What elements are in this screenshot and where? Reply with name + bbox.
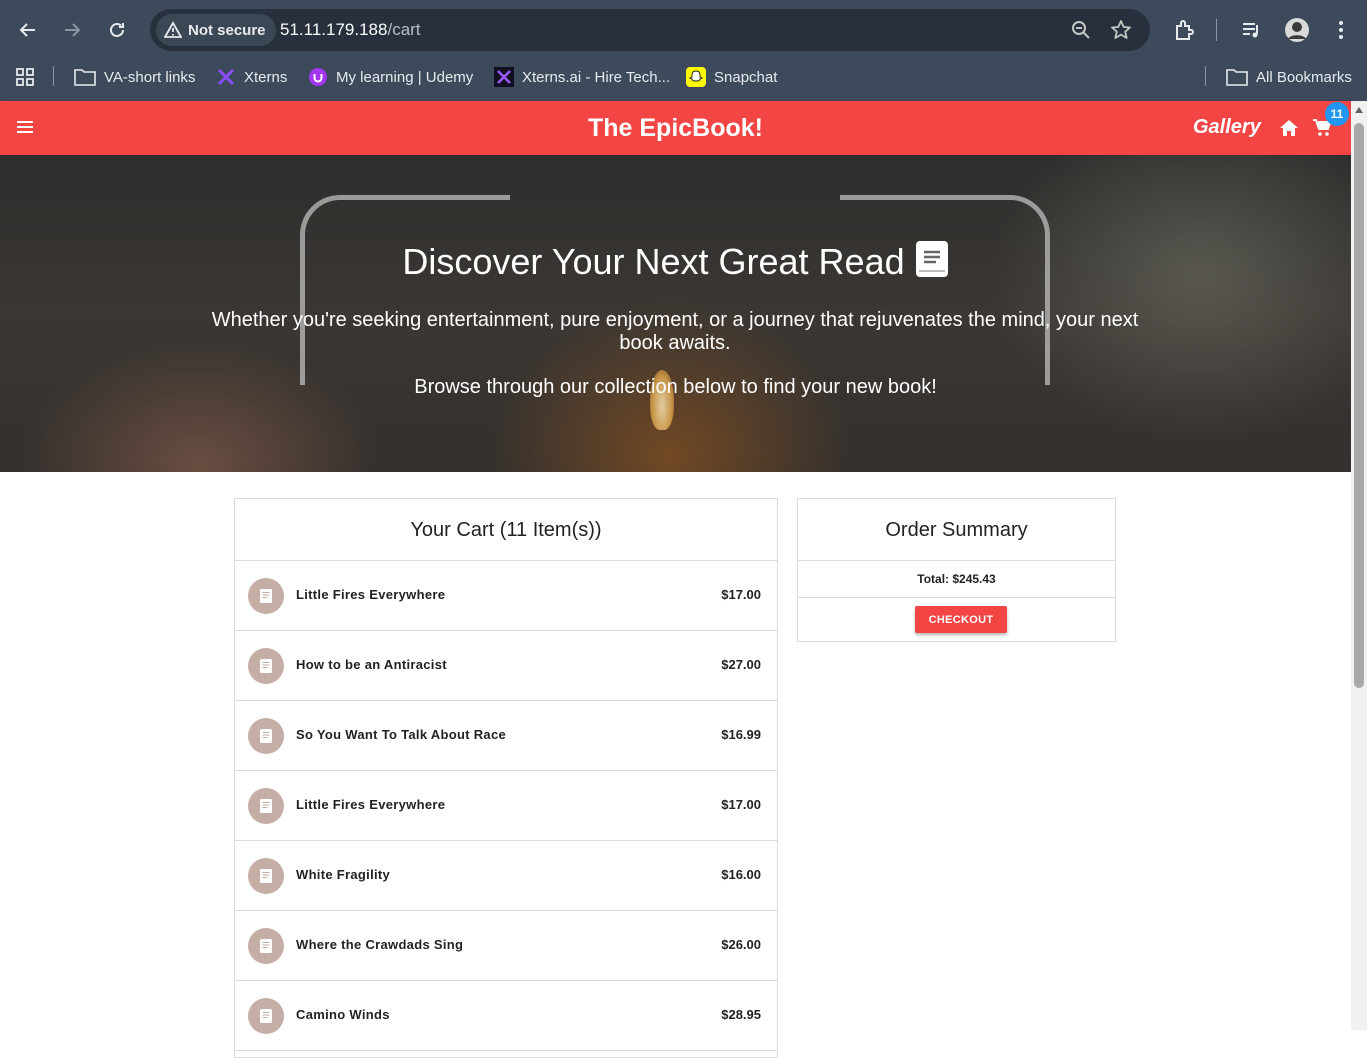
reload-button[interactable] [102, 15, 132, 45]
bookmark-udemy[interactable]: My learning | Udemy [308, 66, 473, 88]
xterns-ai-icon [494, 67, 514, 87]
back-arrow-icon [19, 23, 35, 37]
item-title: White Fragility [296, 867, 391, 882]
cart-item[interactable]: Little Fires Everywhere $17.00 [235, 771, 777, 841]
hero-title: Discover Your Next Great Read [0, 240, 1351, 287]
bookmark-star-icon[interactable] [1110, 19, 1132, 41]
cart-item[interactable]: Where the Crawdads Sing $26.00 [235, 911, 777, 981]
book-avatar-icon [248, 788, 284, 824]
apps-grid-icon[interactable] [15, 66, 35, 88]
bookmark-xterns-ai[interactable]: Xterns.ai - Hire Tech... [494, 66, 670, 88]
item-price: $16.99 [721, 727, 761, 742]
xterns-icon [217, 68, 235, 86]
item-price: $26.00 [721, 937, 761, 952]
hero-subtitle: Whether you're seeking entertainment, pu… [211, 309, 1139, 354]
hero-browse-text: Browse through our collection below to f… [414, 376, 937, 398]
extensions-icon[interactable] [1172, 17, 1198, 43]
order-total: Total: $245.43 [798, 561, 1115, 598]
folder-icon [1226, 69, 1248, 86]
item-price: $17.00 [721, 797, 761, 812]
home-icon[interactable] [1279, 118, 1299, 138]
book-avatar-icon [248, 718, 284, 754]
bookmarks-bar [0, 60, 1367, 101]
scroll-thumb[interactable] [1354, 123, 1364, 688]
forward-arrow-icon [65, 23, 81, 37]
back-button[interactable] [13, 15, 43, 45]
order-summary-title: Order Summary [798, 499, 1115, 561]
hero-title-text: Discover Your Next Great Read [402, 241, 905, 282]
item-price: $28.95 [721, 1007, 761, 1022]
page-scrollbar[interactable] [1351, 101, 1367, 1030]
all-bookmarks-button[interactable]: All Bookmarks [1226, 66, 1352, 88]
more-menu-icon[interactable] [1328, 17, 1354, 43]
bookmark-label: Xterns [244, 68, 288, 86]
bookmark-separator [53, 66, 54, 86]
cart-item[interactable]: So You Want To Talk About Race $16.99 [235, 701, 777, 771]
bookmark-snapchat[interactable]: Snapchat [686, 66, 777, 88]
item-title: Little Fires Everywhere [296, 797, 446, 812]
reload-icon [110, 22, 124, 37]
url-text[interactable]: 51.11.179.188/cart [280, 20, 421, 40]
gallery-link[interactable]: Gallery [1193, 116, 1261, 139]
url-host: 51.11.179.188 [280, 20, 388, 39]
warning-icon [164, 21, 182, 38]
order-summary-panel: Order Summary Total: $245.43 CHECKOUT [797, 498, 1116, 642]
item-title: Little Fires Everywhere [296, 587, 446, 602]
security-chip[interactable]: Not secure [156, 14, 276, 46]
book-avatar-icon [248, 648, 284, 684]
cart-item[interactable]: Camino Winds $28.95 [235, 981, 777, 1051]
toolbar-divider [1216, 19, 1217, 41]
browser-toolbar: Not secure 51.11.179.188/cart [0, 0, 1367, 60]
bookmark-xterns[interactable]: Xterns [216, 66, 287, 88]
cart-title: Your Cart (11 Item(s)) [235, 499, 777, 561]
bookmark-label: Snapchat [714, 68, 778, 86]
item-title: Camino Winds [296, 1007, 390, 1022]
cart-count-badge[interactable]: 11 [1325, 102, 1349, 126]
bookmark-label: Xterns.ai - Hire Tech... [522, 68, 671, 86]
bookmark-label: My learning | Udemy [336, 68, 474, 86]
scroll-up-arrow-icon[interactable] [1355, 107, 1363, 113]
hero-banner: Discover Your Next Great Read Whether yo… [0, 155, 1351, 472]
bookmark-label: VA-short links [104, 68, 196, 86]
forward-button[interactable] [57, 15, 87, 45]
all-bookmarks-label: All Bookmarks [1256, 68, 1352, 86]
book-avatar-icon [248, 928, 284, 964]
folder-icon [74, 69, 96, 86]
cart-item[interactable]: Little Fires Everywhere $17.00 [235, 561, 777, 631]
book-avatar-icon [248, 858, 284, 894]
item-price: $27.00 [721, 657, 761, 672]
checkout-button[interactable]: CHECKOUT [915, 606, 1007, 633]
zoom-icon[interactable] [1070, 19, 1092, 41]
book-avatar-icon [248, 998, 284, 1034]
cart-item[interactable]: How to be an Antiracist $27.00 [235, 631, 777, 701]
brand-title[interactable]: The EpicBook! [0, 114, 1351, 143]
snapchat-icon [686, 67, 706, 87]
profile-avatar-icon[interactable] [1284, 17, 1310, 43]
cart-panel: Your Cart (11 Item(s)) Little Fires Ever… [234, 498, 778, 1058]
address-bar[interactable]: Not secure 51.11.179.188/cart [150, 9, 1150, 51]
udemy-icon [309, 68, 327, 86]
decorative-frame-right [840, 195, 1050, 385]
item-title: Where the Crawdads Sing [296, 937, 464, 952]
site-navbar: The EpicBook! Gallery [0, 101, 1351, 155]
item-price: $16.00 [721, 867, 761, 882]
url-path: /cart [387, 20, 421, 39]
book-icon [915, 240, 949, 287]
media-control-icon[interactable] [1238, 17, 1264, 43]
bookmark-va-short-links[interactable]: VA-short links [74, 66, 195, 88]
bookmark-separator [1205, 66, 1206, 86]
security-label: Not secure [188, 21, 266, 39]
item-price: $17.00 [721, 587, 761, 602]
cart-item[interactable]: White Fragility $16.00 [235, 841, 777, 911]
book-avatar-icon [248, 578, 284, 614]
item-title: How to be an Antiracist [296, 657, 447, 672]
item-title: So You Want To Talk About Race [296, 727, 507, 742]
decorative-frame-left [300, 195, 510, 385]
